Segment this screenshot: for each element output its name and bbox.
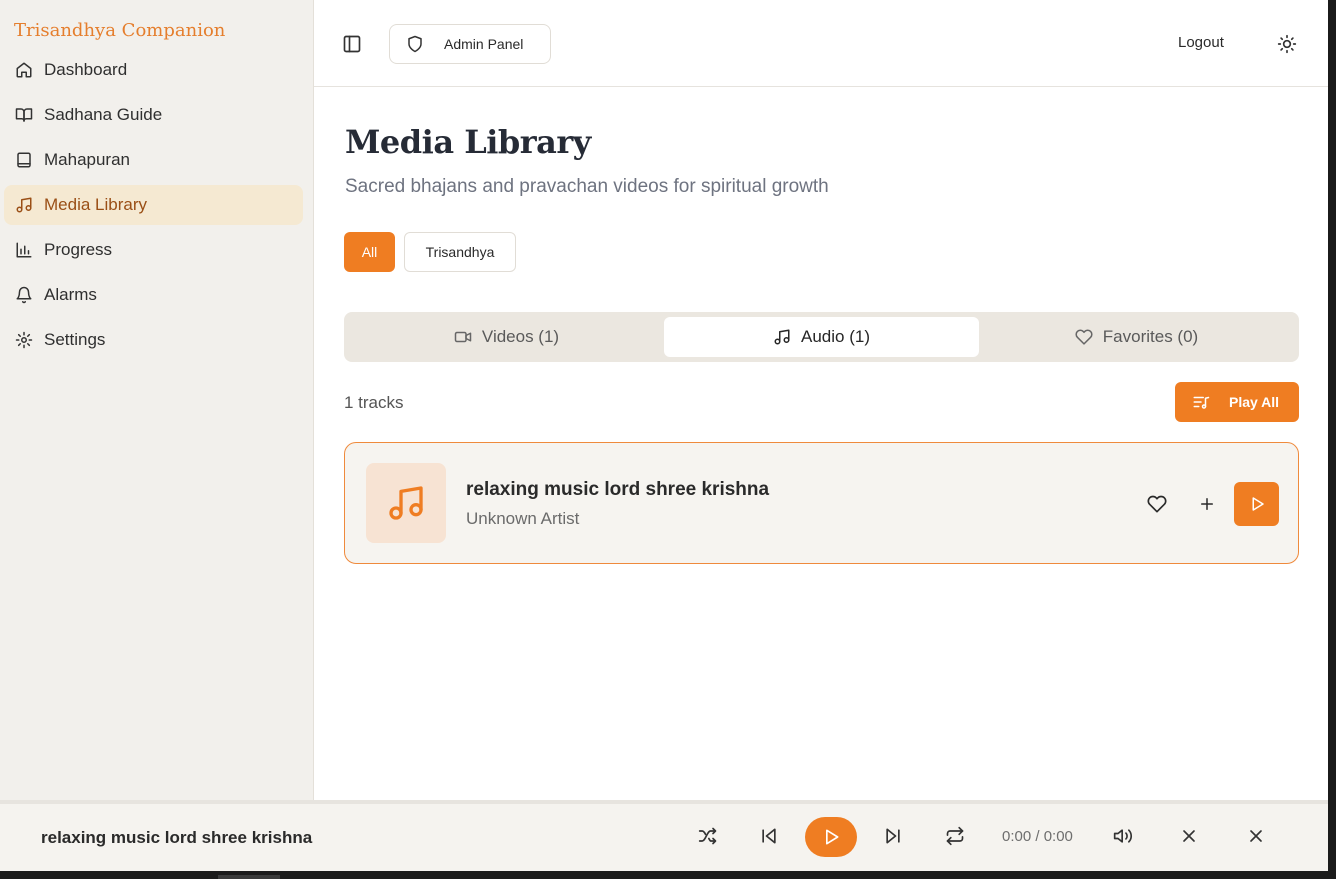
book-icon bbox=[14, 150, 34, 170]
tab-videos[interactable]: Videos (1) bbox=[349, 317, 664, 357]
next-button[interactable] bbox=[881, 824, 905, 848]
tab-label: Favorites (0) bbox=[1102, 327, 1199, 346]
close-icon bbox=[1183, 830, 1195, 842]
playlist-music-icon bbox=[1193, 396, 1210, 409]
shield-icon bbox=[408, 35, 422, 53]
sidebar-item-label: Mahapuran bbox=[44, 150, 131, 169]
skip-back-icon bbox=[762, 828, 776, 844]
tab-label: Videos (1) bbox=[481, 327, 560, 346]
close-icon bbox=[1250, 830, 1262, 842]
media-tabs: Videos (1) Audio (1) Favorites (0) bbox=[344, 312, 1299, 362]
track-artwork bbox=[366, 463, 446, 543]
filter-all-button[interactable]: All bbox=[344, 232, 395, 272]
bell-icon bbox=[14, 285, 34, 305]
sidebar: Trisandhya Companion Dashboard Sadhana G… bbox=[0, 0, 314, 800]
sidebar-item-label: Dashboard bbox=[44, 60, 128, 79]
sidebar-item-label: Settings bbox=[44, 330, 106, 349]
brand-title[interactable]: Trisandhya Companion bbox=[14, 20, 225, 41]
page-title: Media Library bbox=[345, 123, 591, 161]
home-icon bbox=[14, 60, 34, 80]
plus-icon bbox=[1201, 498, 1213, 510]
player-play-button[interactable] bbox=[805, 817, 857, 857]
track-count: 1 tracks bbox=[344, 393, 404, 412]
bar-chart-icon bbox=[14, 240, 34, 260]
app-window: Trisandhya Companion Dashboard Sadhana G… bbox=[0, 0, 1328, 871]
track-artist: Unknown Artist bbox=[466, 509, 580, 528]
theme-toggle-button[interactable] bbox=[1276, 33, 1298, 55]
clear-button[interactable] bbox=[1177, 824, 1201, 848]
repeat-icon bbox=[946, 826, 964, 846]
play-all-button[interactable]: Play All bbox=[1175, 382, 1299, 422]
sidebar-item-label: Sadhana Guide bbox=[44, 105, 163, 124]
page-subtitle: Sacred bhajans and pravachan videos for … bbox=[345, 176, 829, 197]
now-playing-title: relaxing music lord shree krishna bbox=[41, 828, 313, 847]
audio-player-bar: relaxing music lord shree krishna 0:00 /… bbox=[0, 800, 1328, 871]
add-to-queue-button[interactable] bbox=[1195, 492, 1219, 516]
top-header: Admin Panel Logout bbox=[314, 0, 1328, 87]
sidebar-item-label: Media Library bbox=[44, 195, 147, 214]
video-icon bbox=[454, 331, 472, 343]
previous-button[interactable] bbox=[757, 824, 781, 848]
sidebar-toggle-button[interactable] bbox=[338, 30, 366, 58]
sidebar-item-media-library[interactable]: Media Library bbox=[4, 185, 303, 225]
filter-trisandhya-button[interactable]: Trisandhya bbox=[404, 232, 516, 272]
window-frame-bottom bbox=[0, 871, 1336, 879]
tab-audio[interactable]: Audio (1) bbox=[664, 317, 979, 357]
track-play-button[interactable] bbox=[1234, 482, 1279, 526]
sidebar-item-progress[interactable]: Progress bbox=[4, 230, 303, 270]
heart-icon bbox=[1147, 495, 1167, 513]
panel-left-icon bbox=[343, 35, 361, 53]
sidebar-item-mahapuran[interactable]: Mahapuran bbox=[4, 140, 303, 180]
sidebar-item-sadhana-guide[interactable]: Sadhana Guide bbox=[4, 95, 303, 135]
tab-favorites[interactable]: Favorites (0) bbox=[979, 317, 1294, 357]
close-player-button[interactable] bbox=[1244, 824, 1268, 848]
track-title: relaxing music lord shree krishna bbox=[466, 479, 770, 500]
open-book-icon bbox=[14, 105, 34, 125]
shuffle-icon bbox=[698, 827, 717, 845]
shuffle-button[interactable] bbox=[696, 824, 720, 848]
admin-panel-button[interactable]: Admin Panel bbox=[389, 24, 551, 64]
favorite-button[interactable] bbox=[1145, 492, 1169, 516]
heart-icon bbox=[1075, 329, 1093, 345]
sidebar-item-alarms[interactable]: Alarms bbox=[4, 275, 303, 315]
admin-panel-label: Admin Panel bbox=[444, 36, 524, 52]
playback-time: 0:00 / 0:00 bbox=[1002, 828, 1073, 845]
window-frame-right bbox=[1328, 0, 1336, 879]
music-note-icon bbox=[774, 329, 790, 345]
volume-button[interactable] bbox=[1111, 824, 1135, 848]
main-content: Media Library Sacred bhajans and pravach… bbox=[314, 88, 1328, 800]
sidebar-item-label: Progress bbox=[44, 240, 113, 259]
music-note-icon bbox=[389, 486, 423, 520]
volume-icon bbox=[1113, 829, 1133, 843]
play-icon bbox=[1252, 497, 1264, 511]
sidebar-item-label: Alarms bbox=[44, 285, 97, 304]
play-icon bbox=[826, 829, 839, 845]
music-note-icon bbox=[14, 195, 34, 215]
sidebar-nav: Dashboard Sadhana Guide Mahapuran Media … bbox=[4, 50, 303, 365]
tab-label: Audio (1) bbox=[801, 327, 870, 346]
logout-button[interactable]: Logout bbox=[1178, 34, 1224, 51]
gear-icon bbox=[14, 330, 34, 350]
taskbar-indicator bbox=[218, 875, 280, 879]
repeat-button[interactable] bbox=[943, 824, 967, 848]
skip-forward-icon bbox=[886, 828, 900, 844]
sidebar-item-settings[interactable]: Settings bbox=[4, 320, 303, 360]
sidebar-item-dashboard[interactable]: Dashboard bbox=[4, 50, 303, 90]
track-card[interactable]: relaxing music lord shree krishna Unknow… bbox=[344, 442, 1299, 564]
sun-icon bbox=[1277, 34, 1297, 54]
play-all-label: Play All bbox=[1229, 394, 1280, 410]
